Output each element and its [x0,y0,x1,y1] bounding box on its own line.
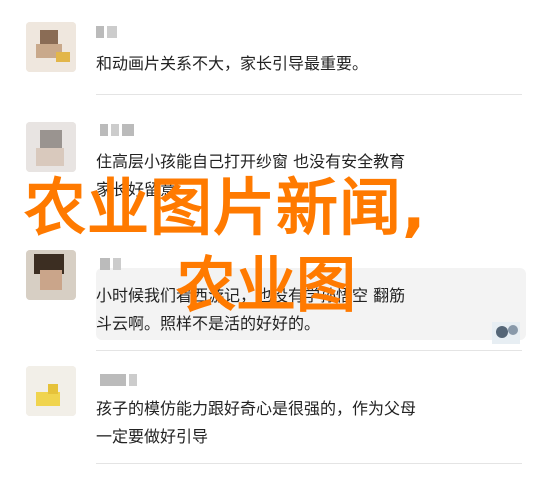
comment-text-line-1: 孩子的模仿能力跟好奇心是很强的，作为父母 [96,399,417,418]
avatar[interactable] [26,366,76,416]
divider [96,350,522,351]
username-blurred[interactable] [96,26,120,38]
comment-text: 和动画片关系不大，家长引导最重要。 [96,54,369,73]
overlay-title: 农业图片新闻, [24,171,427,244]
sticker-icon [492,322,520,344]
avatar[interactable] [26,122,76,172]
username-blurred[interactable] [100,374,140,386]
avatar[interactable] [26,22,76,72]
username-blurred[interactable] [100,258,124,270]
divider [96,94,522,95]
comment-text-line-2: 一定要做好引导 [96,427,209,446]
divider [96,463,522,464]
avatar[interactable] [26,250,76,300]
username-blurred[interactable] [100,124,137,136]
overlay-subtitle: 农业图 [176,251,356,321]
